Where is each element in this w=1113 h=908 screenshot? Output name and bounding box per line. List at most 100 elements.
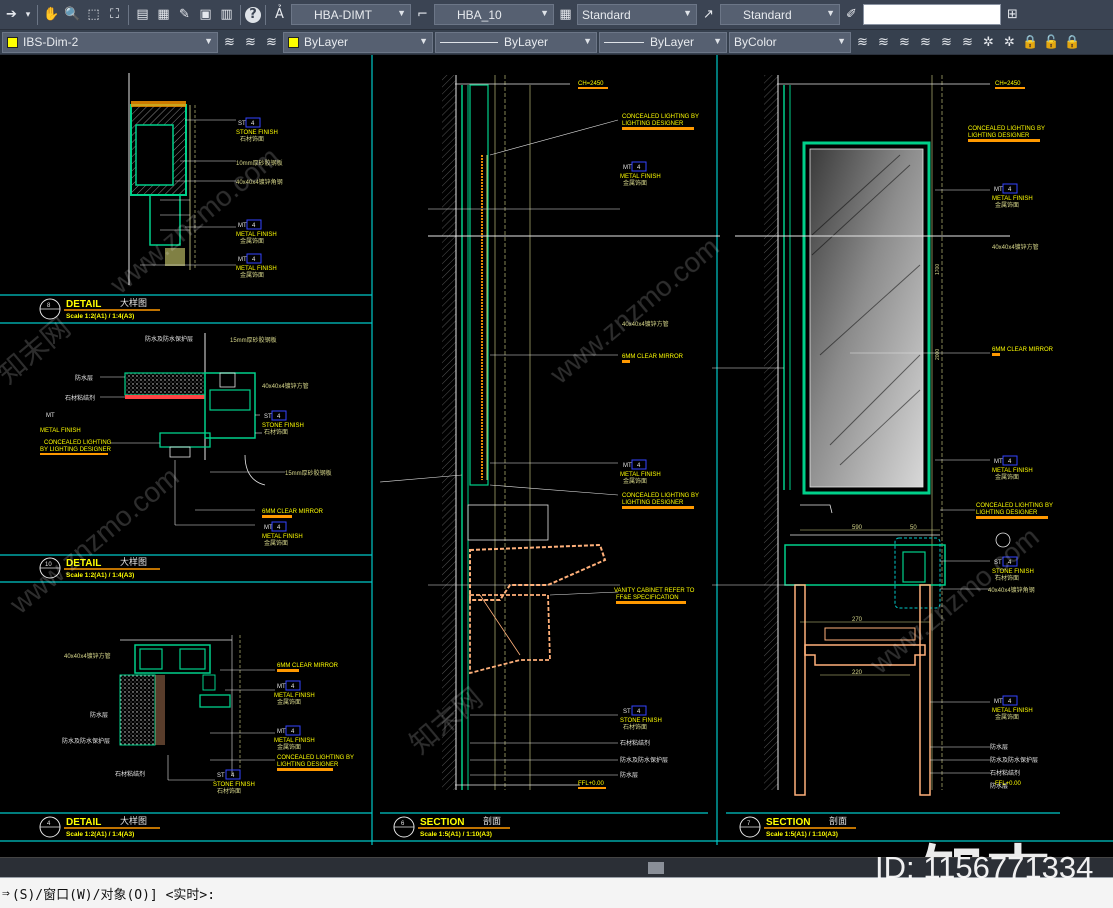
arrow-icon[interactable]: ➔: [2, 5, 21, 24]
section-b-tag-2-cn: 金属饰面: [995, 473, 1019, 481]
layer-previous-icon[interactable]: ≋: [220, 33, 239, 52]
section-a-title-cn: 剖面: [483, 815, 501, 826]
layer-merge-icon[interactable]: ✲: [979, 33, 998, 52]
properties-toolbar: IBS-Dim-2 ▼ ≋ ≋ ≋ ByLayer ▼ ByLayer ▼ By…: [0, 30, 1113, 55]
chevron-down-icon: ▼: [204, 35, 213, 46]
section-a-note-9: 防水及防水保护层: [620, 756, 668, 764]
chevron-down-icon: ▼: [826, 8, 835, 18]
layer-unisolate-icon[interactable]: ≋: [874, 33, 893, 52]
layer-lock-icon[interactable]: ≋: [937, 33, 956, 52]
section-b-title-cn: 剖面: [829, 815, 847, 826]
detail-c-tag-1-num: 4: [291, 684, 295, 690]
section-a-note-1: CONCEALED LIGHTING BY: [622, 114, 699, 120]
detail-c-tag-2-cn: 金属饰面: [277, 743, 301, 751]
section-b-note-6: LIGHTING DESIGNER: [976, 510, 1038, 516]
section-b-tag-2-code: MT: [994, 459, 1003, 465]
linetype-select[interactable]: ByLayer ▼: [435, 31, 597, 53]
separator: [240, 4, 241, 25]
text-style-icon[interactable]: ⌐: [413, 5, 432, 24]
detail-c-note-3: 防水及防水保护层: [62, 737, 110, 745]
layer-walk-icon[interactable]: ≋: [958, 33, 977, 52]
color-value: ByLayer: [304, 35, 349, 49]
detail-b-tag-1-cn: 石材饰面: [264, 428, 288, 436]
chevron-down-icon: ▼: [540, 8, 549, 18]
plotstyle-select[interactable]: ByColor ▼: [729, 31, 851, 53]
chevron-down-icon: ▼: [419, 35, 428, 46]
lineweight-select[interactable]: ByLayer ▼: [599, 31, 727, 53]
detail-c-note-4: 石材粘结剂: [115, 770, 145, 778]
help-icon[interactable]: ?: [245, 6, 261, 23]
zoom-window-icon[interactable]: ⬚: [84, 5, 103, 24]
detail-a-tag-2-code: MT: [238, 223, 247, 229]
section-b-dim-1: 590: [852, 525, 863, 531]
detail-a-tag-2-num: 4: [252, 223, 256, 229]
layer-lock-icon-2[interactable]: 🔒: [1021, 33, 1040, 52]
scrollbar-thumb[interactable]: [648, 862, 664, 874]
pan-hand-icon[interactable]: ✋: [42, 5, 61, 24]
layer-tools-icon[interactable]: ✐: [842, 5, 861, 24]
detail-b-light-2: BY LIGHTING DESIGNER: [40, 447, 112, 453]
dropdown-chevron-icon[interactable]: ▾: [23, 5, 33, 24]
layer-delete-icon[interactable]: ✲: [1000, 33, 1019, 52]
detail-c-tag-1-label: METAL FINISH: [274, 693, 315, 699]
detail-b-note-7: 6MM CLEAR MIRROR: [262, 509, 324, 515]
layer-select[interactable]: IBS-Dim-2 ▼: [2, 31, 218, 53]
detail-a-tag-1-label: STONE FINISH: [236, 130, 278, 136]
section-b-title: SECTION: [766, 817, 810, 828]
detail-a-tag-3-code: MT: [238, 257, 247, 263]
section-b-drawing: [712, 75, 1010, 796]
new-layout-icon[interactable]: ⊞: [1003, 5, 1022, 24]
section-b-tag-1-cn: 金属饰面: [995, 201, 1019, 209]
detail-c-tag-2-num: 4: [291, 729, 295, 735]
layer-isolate-icon[interactable]: ≋: [853, 33, 872, 52]
multileader-style-icon[interactable]: ↗: [699, 5, 718, 24]
dimension-style-icon[interactable]: Ả: [270, 5, 289, 24]
properties-icon[interactable]: ▤: [133, 5, 152, 24]
section-a-note-10: 防水层: [620, 771, 638, 779]
layer-freeze-icon[interactable]: ≋: [916, 33, 935, 52]
tablestyle-select[interactable]: Standard ▼: [577, 4, 697, 25]
zoom-realtime-icon[interactable]: 🔍: [63, 5, 82, 24]
detail-b-note-6: 15mm厚砂胶钢板: [285, 469, 332, 477]
tool-palette-icon[interactable]: ✎: [175, 5, 194, 24]
section-b-title-block: 7 SECTION 剖面 Scale 1:5(A1) / 1:10(A3): [739, 815, 856, 838]
sheet-set-icon[interactable]: ▣: [196, 5, 215, 24]
layer-state-icon[interactable]: ≋: [262, 33, 281, 52]
section-a-scale: Scale 1:5(A1) / 1:10(A3): [420, 831, 492, 838]
section-a-ffl-label: FFL+0.00: [578, 781, 605, 787]
color-select[interactable]: ByLayer ▼: [283, 31, 433, 53]
layer-match-icon[interactable]: ≋: [241, 33, 260, 52]
dimstyle-select[interactable]: HBA-DIMT ▼: [291, 4, 411, 25]
color-swatch: [288, 36, 299, 48]
layer-off-icon[interactable]: ≋: [895, 33, 914, 52]
separator: [37, 4, 38, 25]
section-b-note-5: CONCEALED LIGHTING BY: [976, 503, 1053, 509]
detail-a-number: 8: [47, 303, 51, 309]
calculator-icon[interactable]: ▥: [217, 5, 236, 24]
section-b-note-4: 6MM CLEAR MIRROR: [992, 347, 1054, 353]
layer-unlock-icon[interactable]: 🔓: [1042, 33, 1061, 52]
search-input[interactable]: [863, 4, 1001, 25]
section-b-dim-6: 2000: [935, 349, 941, 360]
chevron-down-icon: ▼: [837, 35, 846, 46]
section-a-title-block: 6 SECTION 剖面 Scale 1:5(A1) / 1:10(A3): [393, 815, 510, 838]
drawing-canvas[interactable]: ST 4 STONE FINISH 石材饰面 10mm厚砂胶钢板 40x40x4…: [0, 55, 1113, 857]
detail-b-tag-2-code: MT: [46, 413, 55, 419]
section-b-tag-4-label: METAL FINISH: [992, 708, 1033, 714]
table-style-icon[interactable]: ▦: [556, 5, 575, 24]
section-a-drawing: [379, 75, 720, 790]
cad-drawing[interactable]: ST 4 STONE FINISH 石材饰面 10mm厚砂胶钢板 40x40x4…: [0, 55, 1113, 857]
section-b-note-3: 40x40x4镀锌方管: [992, 243, 1039, 251]
section-b-tag-1-code: MT: [994, 187, 1003, 193]
detail-c-tag-3-code: ST: [217, 773, 225, 779]
detail-c-drawing: [119, 635, 275, 781]
mleaderstyle-select[interactable]: Standard ▼: [720, 4, 840, 25]
layer-lock-all-icon[interactable]: 🔒: [1063, 33, 1082, 52]
section-b-tag-2-num: 4: [1008, 459, 1012, 465]
textstyle-select[interactable]: HBA_10 ▼: [434, 4, 554, 25]
detail-b-title-cn: 大样图: [120, 556, 147, 567]
design-center-icon[interactable]: ▦: [154, 5, 173, 24]
chevron-down-icon: ▼: [397, 8, 406, 18]
zoom-extents-icon[interactable]: ⛶: [105, 5, 124, 24]
section-b-tag-1-num: 4: [1008, 187, 1012, 193]
